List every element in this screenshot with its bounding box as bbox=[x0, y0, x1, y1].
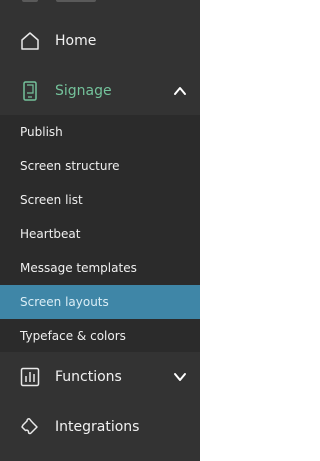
submenu-item-screen-layouts[interactable]: Screen layouts bbox=[0, 285, 200, 319]
submenu-item-screen-list[interactable]: Screen list bbox=[0, 183, 200, 217]
submenu-item-heartbeat[interactable]: Heartbeat bbox=[0, 217, 200, 251]
nav-item-integrations[interactable]: Integrations bbox=[0, 402, 200, 452]
nav-item-home-label: Home bbox=[55, 33, 97, 49]
nav-item-signage-label: Signage bbox=[55, 83, 112, 99]
nav-item-functions[interactable]: Functions bbox=[0, 352, 200, 402]
nav-item-signage[interactable]: Signage bbox=[0, 66, 200, 116]
nav-item-home[interactable]: Home bbox=[0, 16, 200, 66]
submenu-item-message-templates[interactable]: Message templates bbox=[0, 251, 200, 285]
chevron-up-icon[interactable] bbox=[172, 83, 188, 99]
submenu-item-typeface-colors[interactable]: Typeface & colors bbox=[0, 319, 200, 353]
bar-chart-icon bbox=[19, 366, 41, 388]
submenu-item-screen-structure[interactable]: Screen structure bbox=[0, 149, 200, 183]
submenu-item-publish[interactable]: Publish bbox=[0, 115, 200, 149]
sidebar: Home Signage Publish Screen structure Sc… bbox=[0, 0, 200, 461]
previous-menu-item-remnant bbox=[0, 0, 200, 12]
home-icon bbox=[19, 30, 41, 52]
nav-item-functions-label: Functions bbox=[55, 369, 122, 385]
signage-submenu: Publish Screen structure Screen list Hea… bbox=[0, 115, 200, 352]
chevron-down-icon[interactable] bbox=[172, 369, 188, 385]
nav-item-integrations-label: Integrations bbox=[55, 419, 140, 435]
puzzle-icon bbox=[19, 416, 41, 438]
tablet-icon bbox=[19, 80, 41, 102]
